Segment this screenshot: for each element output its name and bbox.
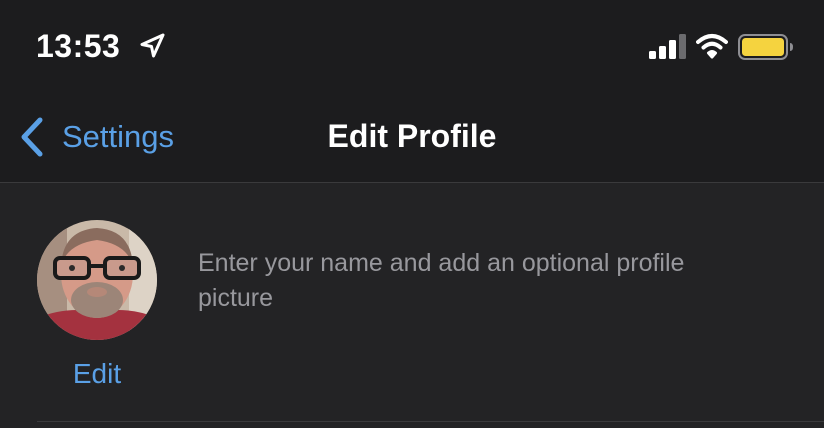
section-divider [37,421,824,422]
user-photo [37,220,157,340]
profile-hint-text: Enter your name and add an optional prof… [198,249,685,312]
location-arrow-icon [140,33,165,58]
avatar[interactable] [37,220,157,340]
wifi-icon [696,34,728,59]
page-title: Edit Profile [327,118,497,154]
status-time: 13:53 [36,28,121,64]
cellular-signal-icon [649,34,686,59]
edit-photo-button[interactable]: Edit [37,356,157,392]
status-bar: 13:53 [0,0,824,92]
navigation-bar: Settings Edit Profile [0,92,824,182]
header-area: 13:53 Settings Edit Profile [0,0,824,182]
battery-icon [738,34,793,60]
profile-section: Edit Enter your name and add an optional… [0,183,824,428]
edit-profile-screen: 13:53 Settings Edit Profile Edit Enter y… [0,0,824,428]
